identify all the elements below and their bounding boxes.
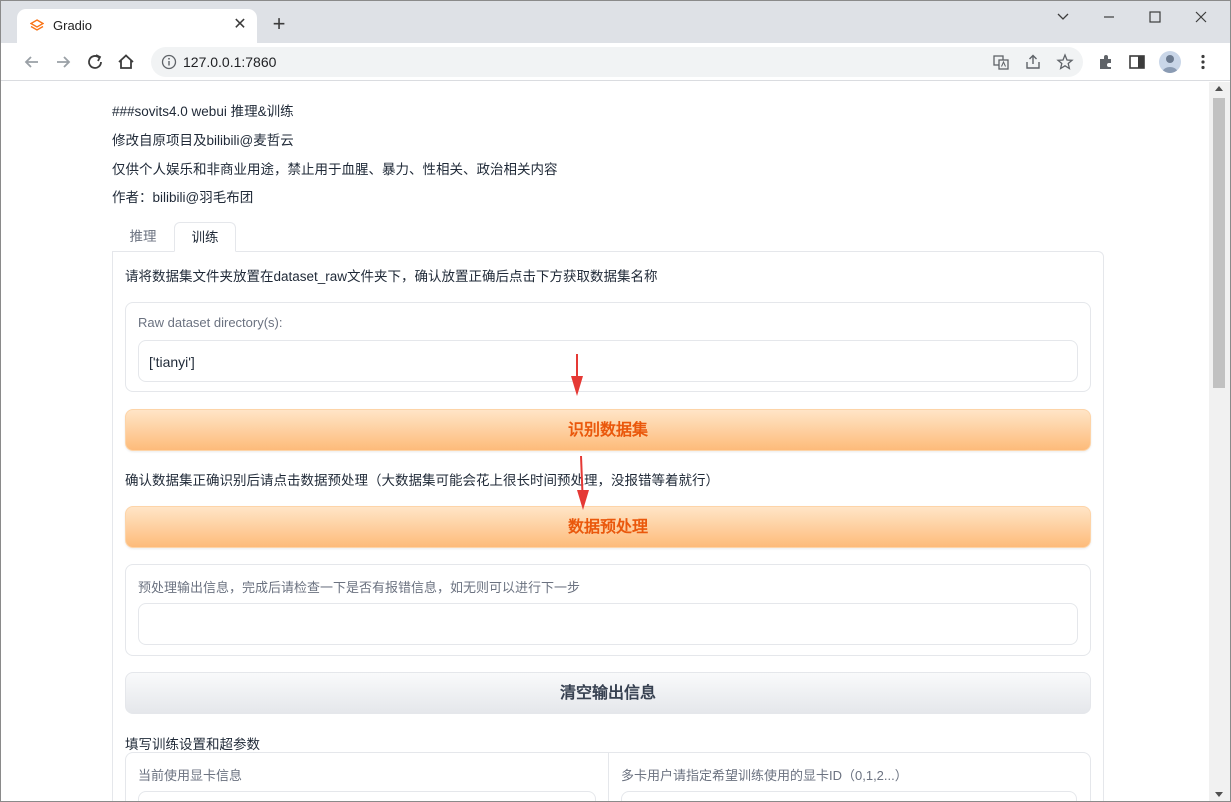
browser-window: Gradio ✕ + 127.0.0.1:7860 ###sovits4.0 w… xyxy=(0,0,1231,802)
tab-inference[interactable]: 推理 xyxy=(112,222,174,252)
menu-kebab-icon[interactable] xyxy=(1193,52,1213,72)
gpu-info-textbox[interactable] xyxy=(138,791,596,801)
tab-title: Gradio xyxy=(53,18,93,33)
gpu-info-field: 当前使用显卡信息 xyxy=(126,753,609,801)
maximize-icon[interactable] xyxy=(1140,7,1170,27)
preprocess-button[interactable]: 数据预处理 xyxy=(125,506,1091,548)
settings-heading: 填写训练设置和超参数 xyxy=(125,737,260,752)
home-icon[interactable] xyxy=(115,51,137,73)
browser-tab[interactable]: Gradio ✕ xyxy=(17,9,257,43)
gpu-id-field: 多卡用户请指定希望训练使用的显卡ID（0,1,2...） xyxy=(609,753,1090,801)
gradio-favicon-icon xyxy=(30,19,44,31)
training-panel: 请将数据集文件夹放置在dataset_raw文件夹下，确认放置正确后点击下方获取… xyxy=(112,251,1104,801)
gpu-settings-block: 当前使用显卡信息 多卡用户请指定希望训练使用的显卡ID（0,1,2...） xyxy=(125,752,1091,801)
new-tab-button[interactable]: + xyxy=(267,12,291,36)
reload-icon[interactable] xyxy=(84,51,106,73)
preprocess-output-label: 预处理输出信息，完成后请检查一下是否有报错信息，如无则可以进行下一步 xyxy=(138,580,581,595)
page-content: ###sovits4.0 webui 推理&训练 修改自原项目及bilibili… xyxy=(1,82,1209,801)
chevron-down-icon[interactable] xyxy=(1048,7,1078,27)
side-panel-icon[interactable] xyxy=(1127,52,1147,72)
tab-close-icon[interactable]: ✕ xyxy=(231,16,249,34)
gpu-info-label: 当前使用显卡信息 xyxy=(138,768,243,783)
url-text: 127.0.0.1:7860 xyxy=(183,54,277,70)
back-arrow-icon[interactable] xyxy=(21,51,43,73)
share-icon[interactable] xyxy=(1024,53,1042,71)
gpu-id-textbox[interactable] xyxy=(621,791,1077,801)
extensions-puzzle-icon[interactable] xyxy=(1096,52,1116,72)
translate-icon[interactable] xyxy=(992,53,1010,71)
preprocess-output-block: 预处理输出信息，完成后请检查一下是否有报错信息，如无则可以进行下一步 xyxy=(125,564,1091,656)
close-window-icon[interactable] xyxy=(1186,7,1216,27)
raw-dataset-block: Raw dataset directory(s): ['tianyi'] xyxy=(125,302,1091,392)
intro-source: 修改自原项目及bilibili@麦哲云 xyxy=(112,133,294,148)
info-icon[interactable] xyxy=(161,54,177,70)
preprocess-hint: 确认数据集正确识别后请点击数据预处理（大数据集可能会花上很长时间预处理，没报错等… xyxy=(125,473,719,488)
scroll-down-icon[interactable] xyxy=(1215,792,1223,797)
scroll-up-icon[interactable] xyxy=(1215,86,1223,91)
tab-training[interactable]: 训练 xyxy=(174,222,236,252)
minimize-icon[interactable] xyxy=(1094,7,1124,27)
forward-arrow-icon[interactable] xyxy=(52,51,74,73)
profile-avatar[interactable] xyxy=(1159,51,1181,73)
tab-strip: Gradio ✕ + xyxy=(1,1,1230,43)
gpu-id-label: 多卡用户请指定希望训练使用的显卡ID（0,1,2...） xyxy=(621,768,908,783)
browser-toolbar: 127.0.0.1:7860 xyxy=(1,43,1230,81)
vertical-scrollbar[interactable] xyxy=(1209,82,1230,801)
identify-dataset-button[interactable]: 识别数据集 xyxy=(125,409,1091,451)
bookmark-star-icon[interactable] xyxy=(1056,53,1074,71)
address-bar[interactable]: 127.0.0.1:7860 xyxy=(151,47,1083,77)
intro-author: 作者：bilibili@羽毛布团 xyxy=(112,190,254,205)
clear-output-button[interactable]: 清空输出信息 xyxy=(125,672,1091,714)
raw-dataset-label: Raw dataset directory(s): xyxy=(138,315,283,330)
intro-usage-note: 仅供个人娱乐和非商业用途，禁止用于血腥、暴力、性相关、政治相关内容 xyxy=(112,162,558,177)
raw-dataset-textbox[interactable]: ['tianyi'] xyxy=(138,340,1078,382)
preprocess-output-textbox[interactable] xyxy=(138,603,1078,645)
intro-title: ###sovits4.0 webui 推理&训练 xyxy=(112,104,294,119)
dataset-instruction: 请将数据集文件夹放置在dataset_raw文件夹下，确认放置正确后点击下方获取… xyxy=(125,269,658,284)
scroll-thumb[interactable] xyxy=(1213,98,1225,388)
